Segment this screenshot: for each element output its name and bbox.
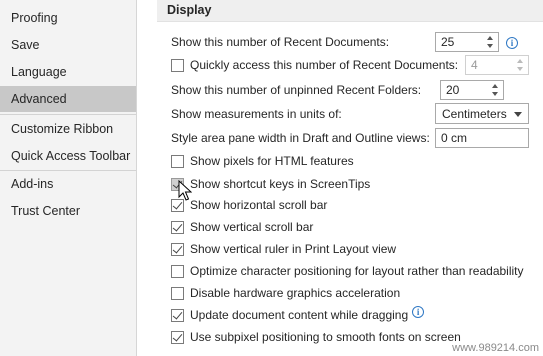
units-dropdown[interactable]: Centimeters <box>435 103 529 124</box>
watermark: www.989214.com <box>452 342 539 354</box>
checkbox-row: Update document content while dragging i <box>171 305 425 325</box>
recent-folders-value: 20 <box>446 83 460 97</box>
recent-folders-row: Show this number of unpinned Recent Fold… <box>171 80 421 100</box>
section-header: Display <box>157 0 543 22</box>
recent-docs-spinner[interactable]: 25 <box>435 32 499 52</box>
vertical-ruler-checkbox[interactable] <box>171 242 184 256</box>
style-area-label: Style area pane width in Draft and Outli… <box>171 131 430 145</box>
info-icon[interactable]: i <box>412 306 425 318</box>
checkbox-label: Show pixels for HTML features <box>190 154 354 168</box>
checkbox-label: Show vertical ruler in Print Layout view <box>190 242 397 256</box>
quick-access-row: Quickly access this number of Recent Doc… <box>171 55 458 75</box>
spinner-arrows-icon[interactable] <box>491 82 501 98</box>
checkbox-row: Show pixels for HTML features <box>171 151 354 171</box>
recent-docs-row: Show this number of Recent Documents: <box>171 32 389 52</box>
checkbox-row: Show vertical scroll bar <box>171 217 313 237</box>
checkbox-label: Optimize character positioning for layou… <box>190 264 524 278</box>
checkbox-row: Show vertical ruler in Print Layout view <box>171 239 396 259</box>
units-label: Show measurements in units of: <box>171 107 342 121</box>
checkbox-label: Show horizontal scroll bar <box>190 198 328 212</box>
sidebar-item-advanced[interactable]: Advanced <box>0 86 136 112</box>
options-main-panel: Display Show this number of Recent Docum… <box>137 0 543 356</box>
sidebar-item-quick-access-toolbar[interactable]: Quick Access Toolbar <box>0 143 136 169</box>
sidebar-item-add-ins[interactable]: Add-ins <box>0 171 136 197</box>
options-sidebar: Proofing Save Language Advanced Customiz… <box>0 0 137 356</box>
optimize-positioning-checkbox[interactable] <box>171 264 184 278</box>
show-pixels-checkbox[interactable] <box>171 154 184 168</box>
sidebar-item-proofing[interactable]: Proofing <box>0 5 136 31</box>
section-title: Display <box>167 3 212 17</box>
quick-access-label: Quickly access this number of Recent Doc… <box>190 58 459 72</box>
sidebar-item-language[interactable]: Language <box>0 59 136 85</box>
checkbox-row: Disable hardware graphics acceleration <box>171 283 400 303</box>
checkbox-label: Disable hardware graphics acceleration <box>190 286 401 300</box>
units-value: Centimeters <box>442 107 507 121</box>
units-row: Show measurements in units of: <box>171 104 342 124</box>
checkbox-row: Optimize character positioning for layou… <box>171 261 524 281</box>
checkbox-row: Show shortcut keys in ScreenTips <box>171 174 370 194</box>
recent-folders-label: Show this number of unpinned Recent Fold… <box>171 83 422 97</box>
style-area-row: Style area pane width in Draft and Outli… <box>171 128 430 148</box>
quick-access-checkbox[interactable] <box>171 58 184 72</box>
update-while-dragging-checkbox[interactable] <box>171 308 184 322</box>
checkbox-row: Use subpixel positioning to smooth fonts… <box>171 327 461 347</box>
info-icon[interactable]: i <box>506 37 518 49</box>
chevron-down-icon[interactable] <box>514 112 522 117</box>
sidebar-item-customize-ribbon[interactable]: Customize Ribbon <box>0 116 136 142</box>
checkbox-label: Show vertical scroll bar <box>190 220 314 234</box>
quick-access-spinner[interactable]: 4 <box>465 55 529 75</box>
style-area-input[interactable]: 0 cm <box>435 128 529 148</box>
subpixel-positioning-checkbox[interactable] <box>171 330 184 344</box>
recent-docs-value: 25 <box>441 35 455 49</box>
checkbox-label: Show shortcut keys in ScreenTips <box>190 177 371 191</box>
quick-access-value: 4 <box>471 58 478 72</box>
vertical-scrollbar-checkbox[interactable] <box>171 220 184 234</box>
recent-folders-spinner[interactable]: 20 <box>440 80 504 100</box>
sidebar-item-trust-center[interactable]: Trust Center <box>0 198 136 224</box>
mouse-cursor-icon <box>178 180 192 201</box>
spinner-arrows-icon[interactable] <box>486 34 496 50</box>
recent-docs-label: Show this number of Recent Documents: <box>171 35 390 49</box>
checkbox-row: Show horizontal scroll bar <box>171 195 327 215</box>
sidebar-item-save[interactable]: Save <box>0 32 136 58</box>
disable-hw-acceleration-checkbox[interactable] <box>171 286 184 300</box>
checkbox-label: Update document content while dragging <box>190 308 409 322</box>
style-area-value: 0 cm <box>441 131 468 145</box>
checkbox-label: Use subpixel positioning to smooth fonts… <box>190 330 461 344</box>
sidebar-divider <box>0 114 136 115</box>
spinner-arrows-icon[interactable] <box>516 57 526 73</box>
